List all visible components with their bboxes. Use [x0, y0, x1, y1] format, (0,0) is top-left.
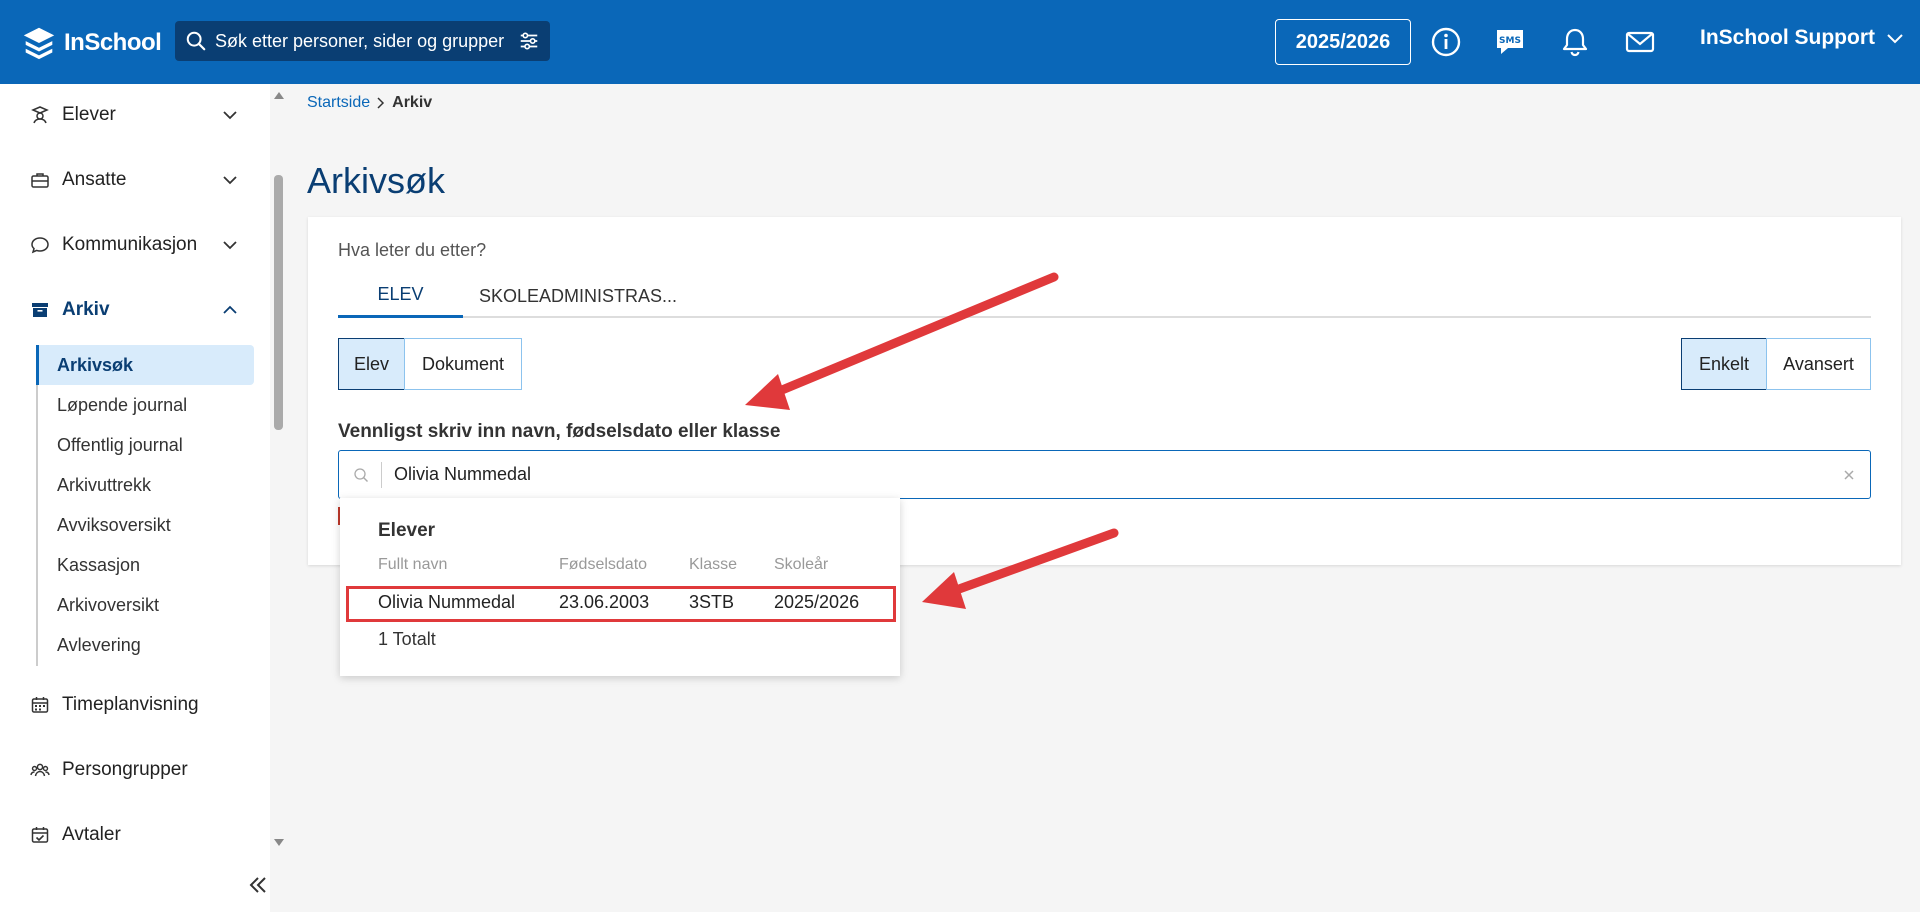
chevron-down-icon [223, 111, 237, 120]
segment-avansert-button[interactable]: Avansert [1766, 338, 1871, 390]
chevron-down-icon [1887, 34, 1903, 44]
logo-icon [23, 27, 55, 60]
field-separator [381, 461, 382, 488]
column-header-class: Klasse [689, 556, 738, 573]
search-question-label: Hva leter du etter? [338, 240, 487, 260]
collapse-sidebar-icon[interactable] [246, 873, 270, 897]
column-header-birthdate: Fødselsdato [559, 556, 648, 573]
global-search-input[interactable] [215, 30, 518, 52]
sidebar-item-timeplanvisning[interactable]: Timeplanvisning [30, 689, 240, 721]
sidebar-item-avtaler[interactable]: Avtaler [30, 819, 240, 851]
mail-icon[interactable] [1624, 26, 1656, 58]
calendar-icon [31, 697, 49, 713]
page-title: Arkivsøk [307, 160, 445, 201]
result-birthdate-cell[interactable]: 23.06.2003 [559, 592, 649, 613]
search-icon [354, 467, 368, 482]
sidebar-subitem-avviksoversikt[interactable]: Avviksoversikt [36, 505, 254, 545]
sidebar-item-ansatte[interactable]: Ansatte [30, 164, 240, 196]
tab-skoleadministrasjon[interactable]: SKOLEADMINISTRAS... [478, 274, 678, 318]
user-menu[interactable]: InSchool Support [1700, 26, 1905, 50]
sidebar-subitem-offentlig-journal[interactable]: Offentlig journal [36, 425, 254, 465]
archive-icon [32, 303, 48, 317]
global-search[interactable] [175, 21, 550, 61]
sidebar-item-label: Avtaler [62, 824, 121, 845]
sidebar-subitem-avlevering[interactable]: Avlevering [36, 625, 254, 665]
result-schoolyear-cell[interactable]: 2025/2026 [774, 592, 859, 613]
briefcase-icon [31, 173, 49, 188]
sidebar-item-elever[interactable]: Elever [30, 99, 240, 131]
chevron-up-icon [223, 305, 237, 314]
chevron-down-icon [223, 241, 237, 250]
sidebar-scrollbar-thumb[interactable] [274, 175, 283, 430]
sidebar-item-kommunikasjon[interactable]: Kommunikasjon [30, 229, 240, 261]
results-total: 1 Totalt [378, 629, 436, 649]
segment-enkelt-button[interactable]: Enkelt [1681, 338, 1767, 390]
sidebar-item-label: Persongrupper [62, 759, 188, 780]
sms-icon[interactable]: SMS [1494, 26, 1526, 58]
breadcrumb: Startside Arkiv [307, 94, 432, 112]
sidebar-item-persongrupper[interactable]: Persongrupper [30, 754, 240, 786]
student-search-field[interactable] [338, 450, 1871, 499]
sidebar-item-label: Timeplanvisning [62, 694, 199, 715]
logo[interactable]: InSchool [20, 24, 162, 62]
search-icon [186, 31, 206, 51]
sidebar-subitem-kassasjon[interactable]: Kassasjon [36, 545, 254, 585]
column-header-schoolyear: Skoleår [774, 556, 829, 573]
sidebar-item-label: Kommunikasjon [62, 234, 198, 255]
scroll-down-arrow-icon[interactable] [273, 838, 285, 848]
student-search-input[interactable] [394, 464, 1842, 485]
chat-icon [31, 237, 49, 254]
info-icon[interactable] [1430, 26, 1462, 58]
bell-icon[interactable] [1559, 26, 1591, 58]
result-class-cell[interactable]: 3STB [689, 592, 734, 613]
result-name-cell[interactable]: Olivia Nummedal [378, 592, 515, 613]
student-icon [31, 106, 49, 124]
chevron-right-icon [377, 97, 385, 109]
sidebar-subitem-arkivuttrekk[interactable]: Arkivuttrekk [36, 465, 254, 505]
breadcrumb-home-link[interactable]: Startside [307, 94, 370, 112]
segment-elev-button[interactable]: Elev [338, 338, 405, 390]
column-header-name: Fullt navn [378, 556, 448, 573]
scroll-up-arrow-icon[interactable] [273, 90, 285, 100]
clear-icon[interactable] [1842, 468, 1856, 482]
breadcrumb-current: Arkiv [392, 94, 433, 111]
search-field-label: Vennligst skriv inn navn, fødselsdato el… [338, 421, 781, 442]
sidebar-item-arkiv[interactable]: Arkiv [30, 294, 240, 326]
top-bar: InSchool 2025/2026 SMS InScho [0, 0, 1920, 84]
people-icon [30, 763, 50, 777]
segment-dokument-button[interactable]: Dokument [404, 338, 522, 390]
tab-elev[interactable]: ELEV [338, 274, 463, 318]
sidebar-item-label: Arkiv [62, 299, 110, 320]
chevron-down-icon [223, 176, 237, 185]
sidebar-subitem-arkivsok[interactable]: Arkivsøk [36, 345, 254, 385]
svg-text:SMS: SMS [1499, 36, 1521, 46]
sidebar-subitem-arkivoversikt[interactable]: Arkivoversikt [36, 585, 254, 625]
calendar-check-icon [31, 827, 49, 843]
filter-icon[interactable] [518, 30, 540, 52]
logo-text: InSchool [64, 29, 162, 56]
sidebar-subitem-lopende-journal[interactable]: Løpende journal [36, 385, 254, 425]
user-name: InSchool Support [1700, 26, 1875, 49]
search-type-tabs: ELEV SKOLEADMINISTRAS... [338, 274, 1871, 318]
sidebar-item-label: Elever [62, 104, 116, 125]
school-year-button[interactable]: 2025/2026 [1275, 19, 1411, 65]
sidebar-item-label: Ansatte [62, 169, 127, 190]
results-group-title: Elever [378, 520, 436, 541]
